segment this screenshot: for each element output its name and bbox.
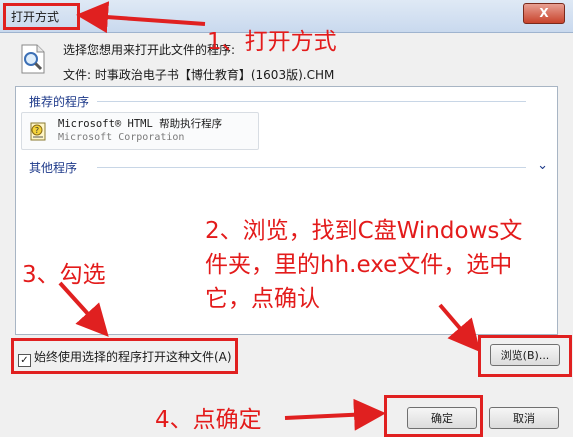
annotation-step2: 2、浏览，找到C盘Windows文 件夹，里的hh.exe文件，选中 它，点确认 [205, 214, 565, 316]
annotation-step2-line3: 它，点确认 [205, 286, 320, 312]
annotation-step1: 1、打开方式 [207, 29, 337, 55]
annotation-step2-line1: 2、浏览，找到C盘Windows文 [205, 218, 523, 244]
open-with-dialog: 打开方式 X 选择您想用来打开此文件的程序: 文件: 时事政治电子书【博仕教育】… [0, 0, 573, 437]
annotation-step3: 3、勾选 [22, 262, 106, 288]
arrow-to-checkbox [58, 281, 109, 337]
arrow-to-title [76, 1, 206, 34]
annotation-step4: 4、点确定 [155, 407, 262, 433]
arrow-to-ok [284, 398, 386, 431]
annotation-step2-line2: 件夹，里的hh.exe文件，选中 [205, 252, 513, 278]
